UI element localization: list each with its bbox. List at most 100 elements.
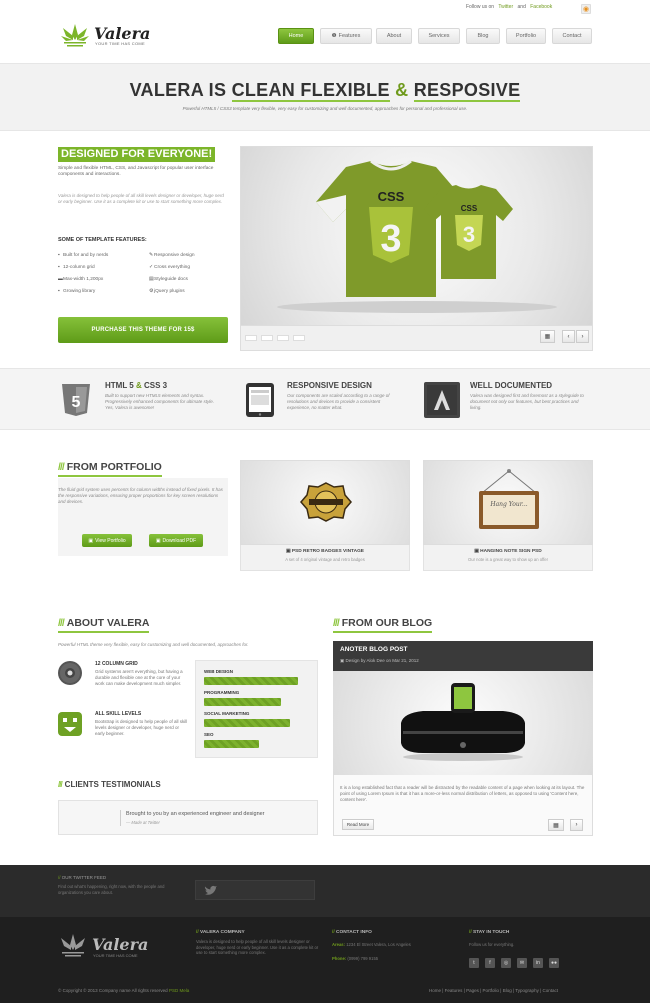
qr-icon[interactable]: ▦ (548, 819, 564, 831)
portfolio-item-sub: A set of 4 original vintage and retro ba… (285, 557, 365, 562)
slider-dot[interactable] (293, 335, 305, 341)
hero-title-pre: VALERA IS (129, 80, 232, 100)
next-arrow-icon[interactable]: › (570, 819, 583, 831)
band-responsive-text: Our components are scaled according to a… (287, 393, 390, 410)
blog-post-meta: ▣ Design by Alok Dee on Mar 21, 2012 (340, 658, 419, 663)
slider-dot[interactable] (261, 335, 273, 341)
band-html-title: HTML 5 & CSS 3 (105, 381, 168, 390)
skill-label: SOCIAL MARKETING (204, 711, 250, 716)
skill-label: PROGRAMMING (204, 690, 240, 695)
adobe-doc-icon (424, 382, 460, 418)
feature-item: ✓Cross everything (149, 265, 190, 270)
nav-about[interactable]: About (376, 28, 412, 44)
slider-dot[interactable] (277, 335, 289, 341)
svg-text:5: 5 (72, 394, 81, 411)
skill-label: WEB DESIGN (204, 669, 234, 674)
feature-item: ✎Responsive design (149, 253, 195, 258)
hero-slider[interactable]: CSS 3 CSS 3 (240, 146, 593, 326)
feature-item: ▪ 12-column grid (58, 265, 95, 270)
footer-touch-text: Follow us for everything. (469, 942, 515, 947)
sign-text: Hang Your... (490, 501, 528, 508)
flickr-icon[interactable]: ●● (549, 958, 559, 968)
leaf-logo-icon (61, 934, 85, 957)
quote-rule (120, 810, 121, 826)
footer-links[interactable]: Home | Features | Pages | Portfolio | Bl… (429, 988, 558, 993)
follow-label: Follow us on (466, 4, 495, 10)
download-pdf-button[interactable]: ▣ Download PDF (149, 534, 203, 547)
speaker-dock-image (401, 683, 525, 761)
portfolio-item-title: ▣ HANGING NOTE SIGN PSD (474, 549, 542, 554)
linkedin-icon[interactable]: in (533, 958, 543, 968)
next-arrow-icon[interactable]: › (576, 330, 589, 343)
hero-title-responsive: RESPOSIVE (413, 80, 521, 102)
info-icon: ❶ (331, 33, 337, 39)
logo-tagline: YOUR TIME HAS COME (95, 41, 145, 46)
testimonials-heading: ///CLIENTS TESTIMONIALS (58, 780, 161, 789)
portfolio-item-image[interactable]: Hang Your... (423, 460, 593, 545)
skill-bar (204, 740, 259, 748)
dribbble-icon[interactable]: ◎ (501, 958, 511, 968)
portfolio-item-image[interactable] (240, 460, 410, 545)
nav-portfolio[interactable]: Portfolio (506, 28, 546, 44)
footer-logo[interactable]: Valera YOUR TIME HAS COME (58, 932, 158, 962)
portfolio-text: The fluid grid system uses percents for … (58, 487, 223, 504)
portfolio-item-title: ▣ PSD RETRO BADGES VINTAGE (285, 549, 364, 554)
blog-heading: ///FROM OUR BLOG (333, 617, 433, 633)
smiley-icon (58, 712, 82, 736)
testimonial-author: — Made at Twitter (126, 820, 160, 825)
footer-logo-tagline: YOUR TIME HAS COME (93, 953, 138, 958)
skill-bar (204, 719, 290, 727)
download-icon: ▣ (155, 537, 161, 544)
retro-badge-image (300, 482, 352, 522)
portfolio-heading: ///FROM PORTFOLIO (58, 461, 162, 477)
about-item-text: Grid systems aren't everything, but havi… (95, 669, 183, 686)
footer-contact-title: // CONTACT INFO (332, 930, 372, 935)
nav-home[interactable]: Home (278, 28, 314, 44)
qr-icon[interactable]: ▦ (540, 330, 555, 343)
view-portfolio-button[interactable]: ▣ View Portfolio (82, 534, 132, 547)
twitter-link[interactable]: Twitter (498, 4, 513, 10)
footer-company-title: // VALERA COMPANY (196, 930, 245, 935)
svg-text:3: 3 (463, 222, 475, 247)
rss-icon[interactable]: ◉ (581, 4, 591, 14)
footer-touch-title: // STAY IN TOUCH (469, 930, 510, 935)
prev-arrow-icon[interactable]: ‹ (562, 330, 575, 343)
twitter-bird-icon (204, 885, 217, 895)
slider-dot[interactable] (245, 335, 257, 341)
nav-blog[interactable]: Blog (466, 28, 500, 44)
and-label: and (517, 4, 526, 10)
testimonial-quote: Brought to you by an experienced enginee… (126, 811, 265, 817)
purchase-button[interactable]: PURCHASE THIS THEME FOR 15$ (58, 317, 228, 343)
read-more-button[interactable]: Read More (342, 819, 374, 830)
footer-address: Areas: 1234 El Street Valera, Los Angele… (332, 942, 411, 947)
copyright-link[interactable]: PSD Mela (169, 988, 189, 993)
twitter-icon[interactable]: t (469, 958, 479, 968)
portfolio-item-caption: ▣ PSD RETRO BADGES VINTAGE A set of 4 or… (240, 545, 410, 571)
svg-text:CSS: CSS (378, 189, 405, 204)
mail-icon[interactable]: ✉ (517, 958, 527, 968)
facebook-icon[interactable]: f (485, 958, 495, 968)
portfolio-item-sub: Our note is a great way to show up an of… (468, 557, 548, 562)
footer-phone: Phone: (0999) 799 9155 (332, 956, 379, 961)
hero-title: VALERA IS CLEAN FLEXIBLE & RESPOSIVE (0, 80, 650, 102)
about-heading: ///ABOUT VALERA (58, 617, 150, 633)
blog-post-image[interactable] (333, 671, 593, 775)
gear-icon (58, 661, 82, 685)
skill-label: SEO (204, 732, 214, 737)
blog-post-title[interactable]: ANOTER BLOG POST (340, 646, 408, 653)
logo[interactable]: Valera YOUR TIME HAS COME (60, 22, 160, 50)
nav-features[interactable]: ❶ Features (320, 28, 372, 44)
hero-title-clean: CLEAN FLEXIBLE (231, 80, 390, 102)
band-responsive-title: RESPONSIVE DESIGN (287, 381, 372, 390)
about-item-title: ALL SKILL LEVELS (95, 711, 142, 717)
portfolio-item-caption: ▣ HANGING NOTE SIGN PSD Our note is a gr… (423, 545, 593, 571)
nav-features-label: Features (338, 33, 361, 39)
feature-item: ⚙jQuery plugins (149, 289, 185, 294)
nav-contact[interactable]: Contact (552, 28, 592, 44)
facebook-link[interactable]: Facebook (530, 4, 552, 10)
html5-shield-icon: 5 (62, 384, 90, 416)
intro-paragraph: Simple and flexible HTML, CSS, and Javas… (58, 166, 214, 177)
image-icon: ▣ (88, 537, 94, 544)
svg-text:3: 3 (380, 218, 401, 260)
nav-services[interactable]: Services (418, 28, 460, 44)
